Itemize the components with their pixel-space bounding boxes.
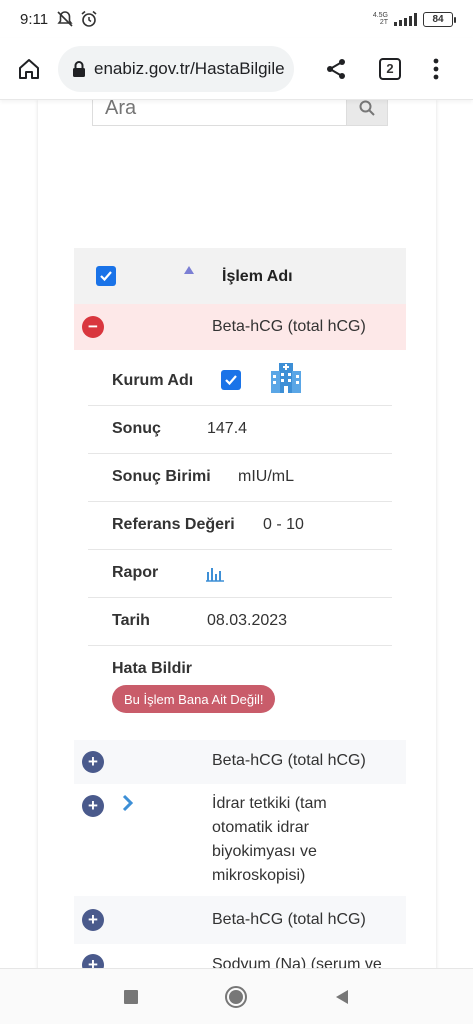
expand-row-button[interactable]: + [82,751,104,773]
collapse-row-button[interactable]: − [82,316,104,338]
signal-icon [394,12,417,26]
check-icon [100,271,112,282]
search-button[interactable] [346,100,388,126]
select-all-checkbox[interactable] [96,266,116,286]
check-icon [225,375,237,386]
row-title-multiline: İdrar tetkiki (tam otomatik idrar biyoki… [212,795,327,884]
report-not-mine-button[interactable]: Bu İşlem Bana Ait Değil! [112,685,276,713]
detail-label: Referans Değeri [112,516,235,533]
row-details: Kurum Adı Sonuç 147.4 Sonuç Birimi mIU/m… [74,350,406,740]
row-title: Sodyum (Na) (serum ve [212,956,382,968]
search-icon [359,100,375,116]
search-box [92,100,388,126]
table-row[interactable]: + İdrar tetkiki (tam otomatik idrar biyo… [74,784,406,896]
detail-value: 147.4 [207,420,248,437]
chevron-right-icon[interactable] [122,794,134,812]
row-title: Beta-hCG (total hCG) [212,752,366,769]
detail-rapor: Rapor [88,550,392,598]
detail-label: Sonuç [112,420,161,437]
share-icon [327,58,345,79]
system-navigation-bar [0,968,473,1024]
row-title: Beta-hCG (total hCG) [212,911,366,928]
recents-square-icon[interactable] [123,989,139,1005]
detail-sonuc-birimi: Sonuç Birimi mIU/mL [88,454,392,502]
detail-hata-bildir: Hata Bildir Bu İşlem Bana Ait Değil! [88,646,392,726]
sort-ascending-icon[interactable] [184,266,194,274]
more-vert-icon [433,58,439,79]
status-time: 9:11 [20,10,49,28]
search-input[interactable] [92,100,346,126]
detail-sonuc: Sonuç 147.4 [88,406,392,454]
table-row[interactable]: + Sodyum (Na) (serum ve [74,944,406,968]
tab-count: 2 [379,57,401,80]
share-button[interactable] [312,45,360,93]
expand-row-button[interactable]: + [82,795,104,817]
network-type-label: 4.5G 2T [372,12,388,26]
row-title: Beta-hCG (total hCG) [212,318,366,335]
table-row[interactable]: + Beta-hCG (total hCG) [74,896,406,944]
detail-label: Rapor [112,564,159,581]
detail-kurum: Kurum Adı [88,358,392,406]
address-bar[interactable]: enabiz.gov.tr/HastaBilgile [58,45,294,92]
results-table: İşlem Adı − Beta-hCG (total hCG) Kurum A… [74,248,406,968]
overflow-menu-button[interactable] [416,45,456,93]
hospital-building-icon[interactable] [270,361,302,395]
column-header-islem-adi: İşlem Adı [222,268,293,285]
battery-icon: 84 [423,11,456,27]
browser-toolbar: enabiz.gov.tr/HastaBilgile 2 [0,38,473,100]
tab-switcher-button[interactable]: 2 [366,45,414,93]
status-bar: 9:11 4.5G 2T 84 [0,0,473,38]
alarm-icon [81,10,97,27]
table-row[interactable]: + Beta-hCG (total hCG) [74,740,406,784]
kurum-checkbox[interactable] [221,370,241,390]
detail-label: Hata Bildir [112,660,193,677]
table-row-expanded[interactable]: − Beta-hCG (total hCG) [74,304,406,350]
detail-referans: Referans Değeri 0 - 10 [88,502,392,550]
expand-row-button[interactable]: + [82,909,104,931]
detail-value: 08.03.2023 [207,612,288,629]
bar-chart-icon[interactable] [205,566,225,582]
detail-value: mIU/mL [238,468,294,485]
expand-row-button[interactable]: + [82,954,104,968]
table-header: İşlem Adı [74,248,406,304]
detail-value: 0 - 10 [263,516,304,533]
home-icon [19,58,39,79]
detail-tarih: Tarih 08.03.2023 [88,598,392,646]
detail-label: Sonuç Birimi [112,468,211,485]
mute-bell-icon [57,11,73,27]
url-text: enabiz.gov.tr/HastaBilgile [94,58,285,78]
web-page: İşlem Adı − Beta-hCG (total hCG) Kurum A… [0,100,473,968]
back-triangle-icon[interactable] [333,988,351,1006]
detail-label: Kurum Adı [112,372,194,389]
detail-label: Tarih [112,612,150,629]
home-button[interactable] [0,40,58,98]
home-circle-icon[interactable] [224,985,248,1009]
lock-icon [73,60,85,77]
